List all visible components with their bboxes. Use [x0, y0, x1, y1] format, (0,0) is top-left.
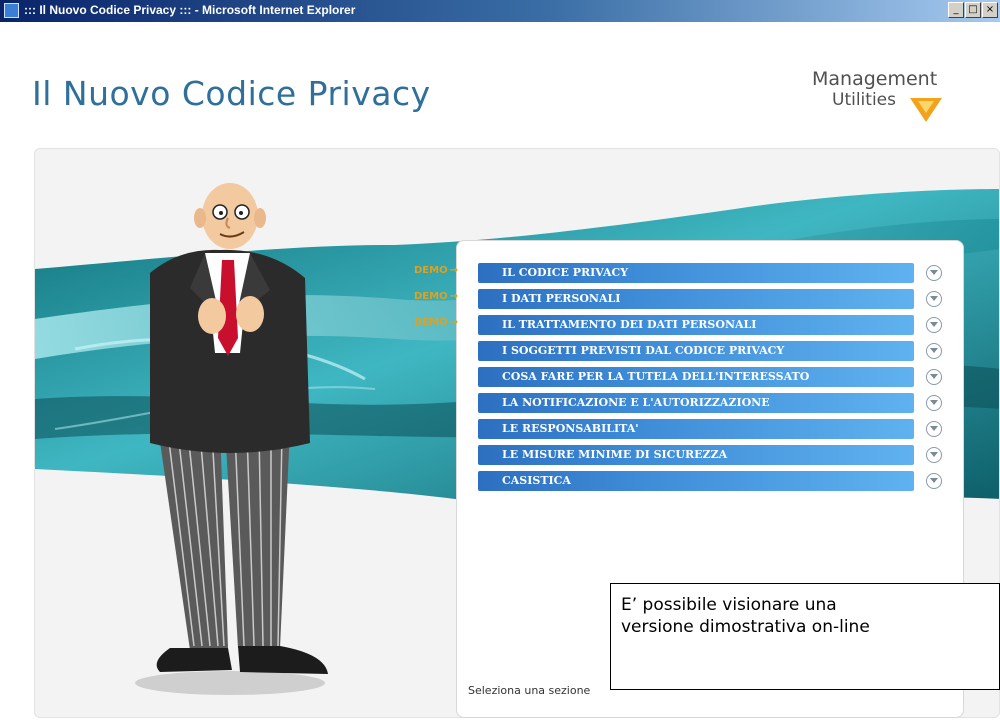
demo-link-2[interactable]: DEMO →	[414, 291, 458, 302]
menu-item-casistica[interactable]: CASISTICA	[478, 471, 914, 491]
window-title-bar[interactable]: ::: Il Nuovo Codice Privacy ::: - Micros…	[0, 0, 1000, 22]
chevron-down-icon[interactable]	[926, 317, 942, 333]
chevron-down-icon[interactable]	[926, 421, 942, 437]
chevron-down-icon[interactable]	[926, 369, 942, 385]
chevron-down-icon[interactable]	[926, 447, 942, 463]
logo-chevron-icon	[910, 98, 942, 122]
logo-text-line2: Utilities	[832, 90, 896, 110]
menu-item-responsabilita[interactable]: LE RESPONSABILITA'	[478, 419, 914, 439]
page-title: Il Nuovo Codice Privacy	[32, 74, 431, 113]
menu-item-misure-sicurezza[interactable]: LE MISURE MINIME DI SICUREZZA	[478, 445, 914, 465]
logo-text-line1: Management	[812, 68, 938, 90]
chevron-down-icon[interactable]	[926, 395, 942, 411]
callout-line1: E’ possibile visionare una	[621, 595, 837, 615]
window-controls: _ □ ×	[948, 2, 998, 18]
menu-item-tutela[interactable]: COSA FARE PER LA TUTELA DELL'INTERESSATO	[478, 367, 914, 387]
company-logo: Management Utilities	[812, 68, 972, 128]
demo-link-1[interactable]: DEMO →	[414, 265, 458, 276]
minimize-button[interactable]: _	[948, 2, 964, 18]
businessman-illustration	[135, 183, 328, 695]
chevron-down-icon[interactable]	[926, 473, 942, 489]
maximize-button[interactable]: □	[965, 2, 981, 18]
chevron-down-icon[interactable]	[926, 291, 942, 307]
window-app-icon	[4, 3, 19, 18]
chevron-down-icon[interactable]	[926, 343, 942, 359]
demo-link-3[interactable]: DEMO →	[414, 317, 458, 328]
menu-item-codice-privacy[interactable]: IL CODICE PRIVACY	[478, 263, 914, 283]
info-callout: E’ possibile visionare una versione dimo…	[610, 583, 1000, 690]
chevron-down-icon[interactable]	[926, 265, 942, 281]
menu-item-soggetti[interactable]: I SOGGETTI PREVISTI DAL CODICE PRIVACY	[478, 341, 914, 361]
status-text: Seleziona una sezione	[468, 684, 591, 697]
menu-item-trattamento[interactable]: IL TRATTAMENTO DEI DATI PERSONALI	[478, 315, 914, 335]
menu-item-dati-personali[interactable]: I DATI PERSONALI	[478, 289, 914, 309]
close-button[interactable]: ×	[982, 2, 998, 18]
callout-line2: versione dimostrativa on-line	[621, 617, 870, 637]
window-title: ::: Il Nuovo Codice Privacy ::: - Micros…	[24, 3, 356, 17]
menu-item-notificazione[interactable]: LA NOTIFICAZIONE E L'AUTORIZZAZIONE	[478, 393, 914, 413]
